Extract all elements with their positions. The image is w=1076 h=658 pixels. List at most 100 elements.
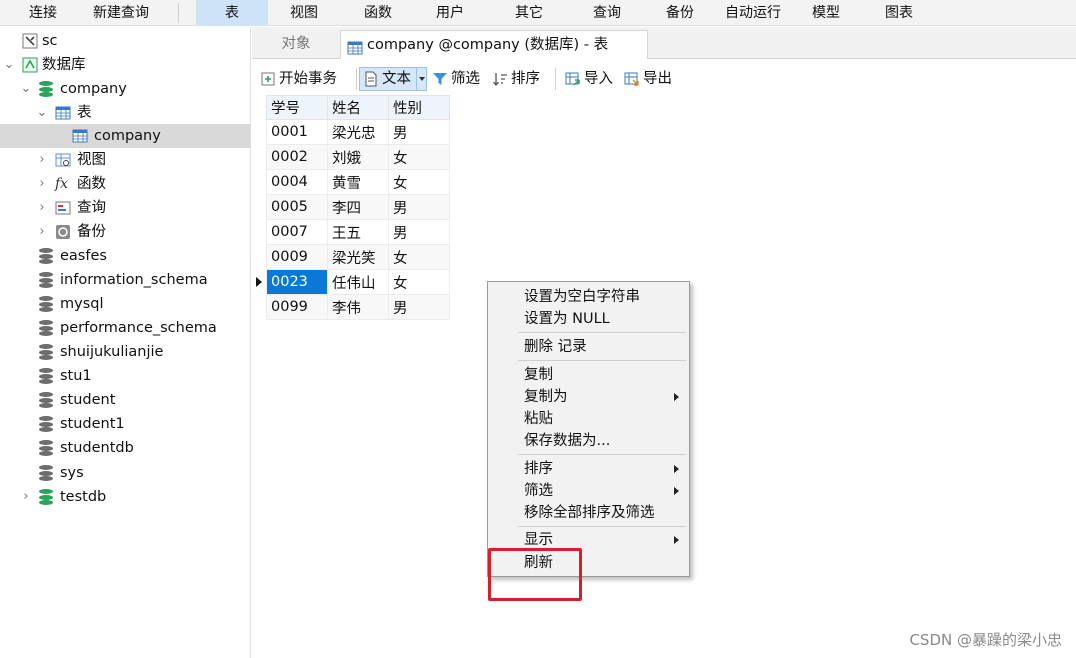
table-cell[interactable]: 男 [388, 219, 450, 245]
table-cell[interactable]: 0001 [266, 119, 328, 145]
table-cell[interactable]: 0007 [266, 219, 328, 245]
current-row-arrow-icon[interactable] [252, 269, 267, 295]
tree-tables[interactable]: ⌄ 表 [0, 101, 250, 125]
tab-objects[interactable]: 对象 [252, 30, 340, 59]
column-header-gender[interactable]: 性别 [388, 95, 450, 120]
menu-chart[interactable]: 图表 [871, 0, 927, 26]
tree-functions[interactable]: › fx 函数 [0, 172, 250, 196]
table-cell[interactable]: 0005 [266, 194, 328, 220]
tree-db-student[interactable]: student [0, 388, 250, 412]
row-indicator[interactable] [252, 244, 267, 270]
menu-new-query[interactable]: 新建查询 [84, 0, 158, 26]
menu-item-delete-record[interactable]: 删除 记录 [488, 336, 689, 358]
table-cell[interactable]: 李伟 [327, 294, 389, 320]
menu-item-copy[interactable]: 复制 [488, 364, 689, 386]
table-cell[interactable]: 男 [388, 194, 450, 220]
row-indicator[interactable] [252, 144, 267, 170]
import-button[interactable]: 导入 [565, 67, 619, 91]
tree-db-stu1[interactable]: stu1 [0, 364, 250, 388]
table-cell[interactable]: 0004 [266, 169, 328, 195]
table-cell[interactable]: 梁光忠 [327, 119, 389, 145]
table-cell[interactable]: 任伟山 [327, 269, 389, 295]
table-cell[interactable]: 0002 [266, 144, 328, 170]
table-cell[interactable]: 李四 [327, 194, 389, 220]
menu-other[interactable]: 其它 [501, 0, 557, 26]
tree-db-easfes[interactable]: easfes [0, 244, 250, 268]
filter-button[interactable]: 筛选 [432, 67, 486, 91]
tree-table-company[interactable]: company [0, 124, 250, 148]
menu-item-set-null[interactable]: 设置为 NULL [488, 308, 689, 330]
chevron-right-icon[interactable]: › [35, 148, 49, 172]
tab-company-table[interactable]: company @company (数据库) - 表 [340, 30, 648, 59]
menu-query[interactable]: 查询 [579, 0, 635, 26]
sort-button[interactable]: 排序 [492, 67, 546, 91]
menu-item-copy-as[interactable]: 复制为 [488, 386, 689, 408]
table-cell[interactable]: 女 [388, 244, 450, 270]
table-cell[interactable]: 女 [388, 269, 450, 295]
menu-connect[interactable]: 连接 [14, 0, 72, 26]
row-indicator[interactable] [252, 219, 267, 245]
table-row[interactable]: 0009 梁光笑 女 [252, 244, 450, 270]
menu-auto-run[interactable]: 自动运行 [720, 0, 786, 26]
dropdown-arrow-icon[interactable] [416, 68, 426, 90]
tree-db-mysql[interactable]: mysql [0, 292, 250, 316]
table-cell-selected[interactable]: 0023 [266, 269, 328, 295]
begin-transaction-button[interactable]: 开始事务 [260, 67, 352, 91]
menu-view[interactable]: 视图 [276, 0, 332, 26]
menu-backup[interactable]: 备份 [652, 0, 708, 26]
table-cell[interactable]: 王五 [327, 219, 389, 245]
tree-db-student1[interactable]: student1 [0, 412, 250, 436]
table-cell[interactable]: 男 [388, 119, 450, 145]
row-indicator[interactable] [252, 119, 267, 145]
menu-item-remove-sort-filter[interactable]: 移除全部排序及筛选 [488, 502, 689, 524]
tree-db-shuijukulianjie[interactable]: shuijukulianjie [0, 340, 250, 364]
row-indicator[interactable] [252, 169, 267, 195]
tree-db-testdb[interactable]: › testdb [0, 485, 250, 509]
table-row[interactable]: 0001 梁光忠 男 [252, 119, 450, 145]
tree-queries[interactable]: › 查询 [0, 196, 250, 220]
menu-item-sort[interactable]: 排序 [488, 458, 689, 480]
chevron-right-icon[interactable]: › [35, 172, 49, 196]
table-cell[interactable]: 0009 [266, 244, 328, 270]
table-cell[interactable]: 刘娥 [327, 144, 389, 170]
chevron-down-icon[interactable]: ⌄ [35, 101, 49, 125]
column-header-name[interactable]: 姓名 [327, 95, 389, 120]
menu-table[interactable]: 表 [196, 0, 268, 26]
tree-db-performance-schema[interactable]: performance_schema [0, 316, 250, 340]
tree-db-company[interactable]: ⌄ company [0, 77, 250, 101]
chevron-right-icon[interactable]: › [19, 485, 33, 509]
menu-user[interactable]: 用户 [422, 0, 478, 26]
menu-item-paste[interactable]: 粘贴 [488, 408, 689, 430]
table-cell[interactable]: 男 [388, 294, 450, 320]
table-cell[interactable]: 女 [388, 169, 450, 195]
table-cell[interactable]: 女 [388, 144, 450, 170]
export-button[interactable]: 导出 [624, 67, 678, 91]
tree-db-information-schema[interactable]: information_schema [0, 268, 250, 292]
menu-item-filter[interactable]: 筛选 [488, 480, 689, 502]
table-row[interactable]: 0099 李伟 男 [252, 294, 450, 320]
row-indicator[interactable] [252, 194, 267, 220]
menu-function[interactable]: 函数 [350, 0, 406, 26]
table-row[interactable]: 0004 黄雪 女 [252, 169, 450, 195]
chevron-right-icon[interactable]: › [35, 196, 49, 220]
tree-views[interactable]: › 视图 [0, 148, 250, 172]
table-cell[interactable]: 黄雪 [327, 169, 389, 195]
tree-connection-sc[interactable]: sc [0, 29, 250, 53]
table-row[interactable]: 0007 王五 男 [252, 219, 450, 245]
table-cell[interactable]: 梁光笑 [327, 244, 389, 270]
table-row[interactable]: 0002 刘娥 女 [252, 144, 450, 170]
row-indicator[interactable] [252, 294, 267, 320]
menu-item-set-empty-string[interactable]: 设置为空白字符串 [488, 286, 689, 308]
text-view-button[interactable]: 文本 [359, 67, 427, 91]
tree-db-studentdb[interactable]: studentdb [0, 436, 250, 460]
column-header-id[interactable]: 学号 [266, 95, 328, 120]
tree-databases[interactable]: ⌄ 数据库 [0, 53, 250, 77]
menu-model[interactable]: 模型 [798, 0, 854, 26]
menu-item-save-data-as[interactable]: 保存数据为... [488, 430, 689, 452]
table-cell[interactable]: 0099 [266, 294, 328, 320]
tree-backups[interactable]: › 备份 [0, 220, 250, 244]
chevron-down-icon[interactable]: ⌄ [19, 77, 33, 101]
table-row[interactable]: 0005 李四 男 [252, 194, 450, 220]
chevron-right-icon[interactable]: › [35, 220, 49, 244]
table-row-selected[interactable]: 0023 任伟山 女 [252, 269, 450, 295]
